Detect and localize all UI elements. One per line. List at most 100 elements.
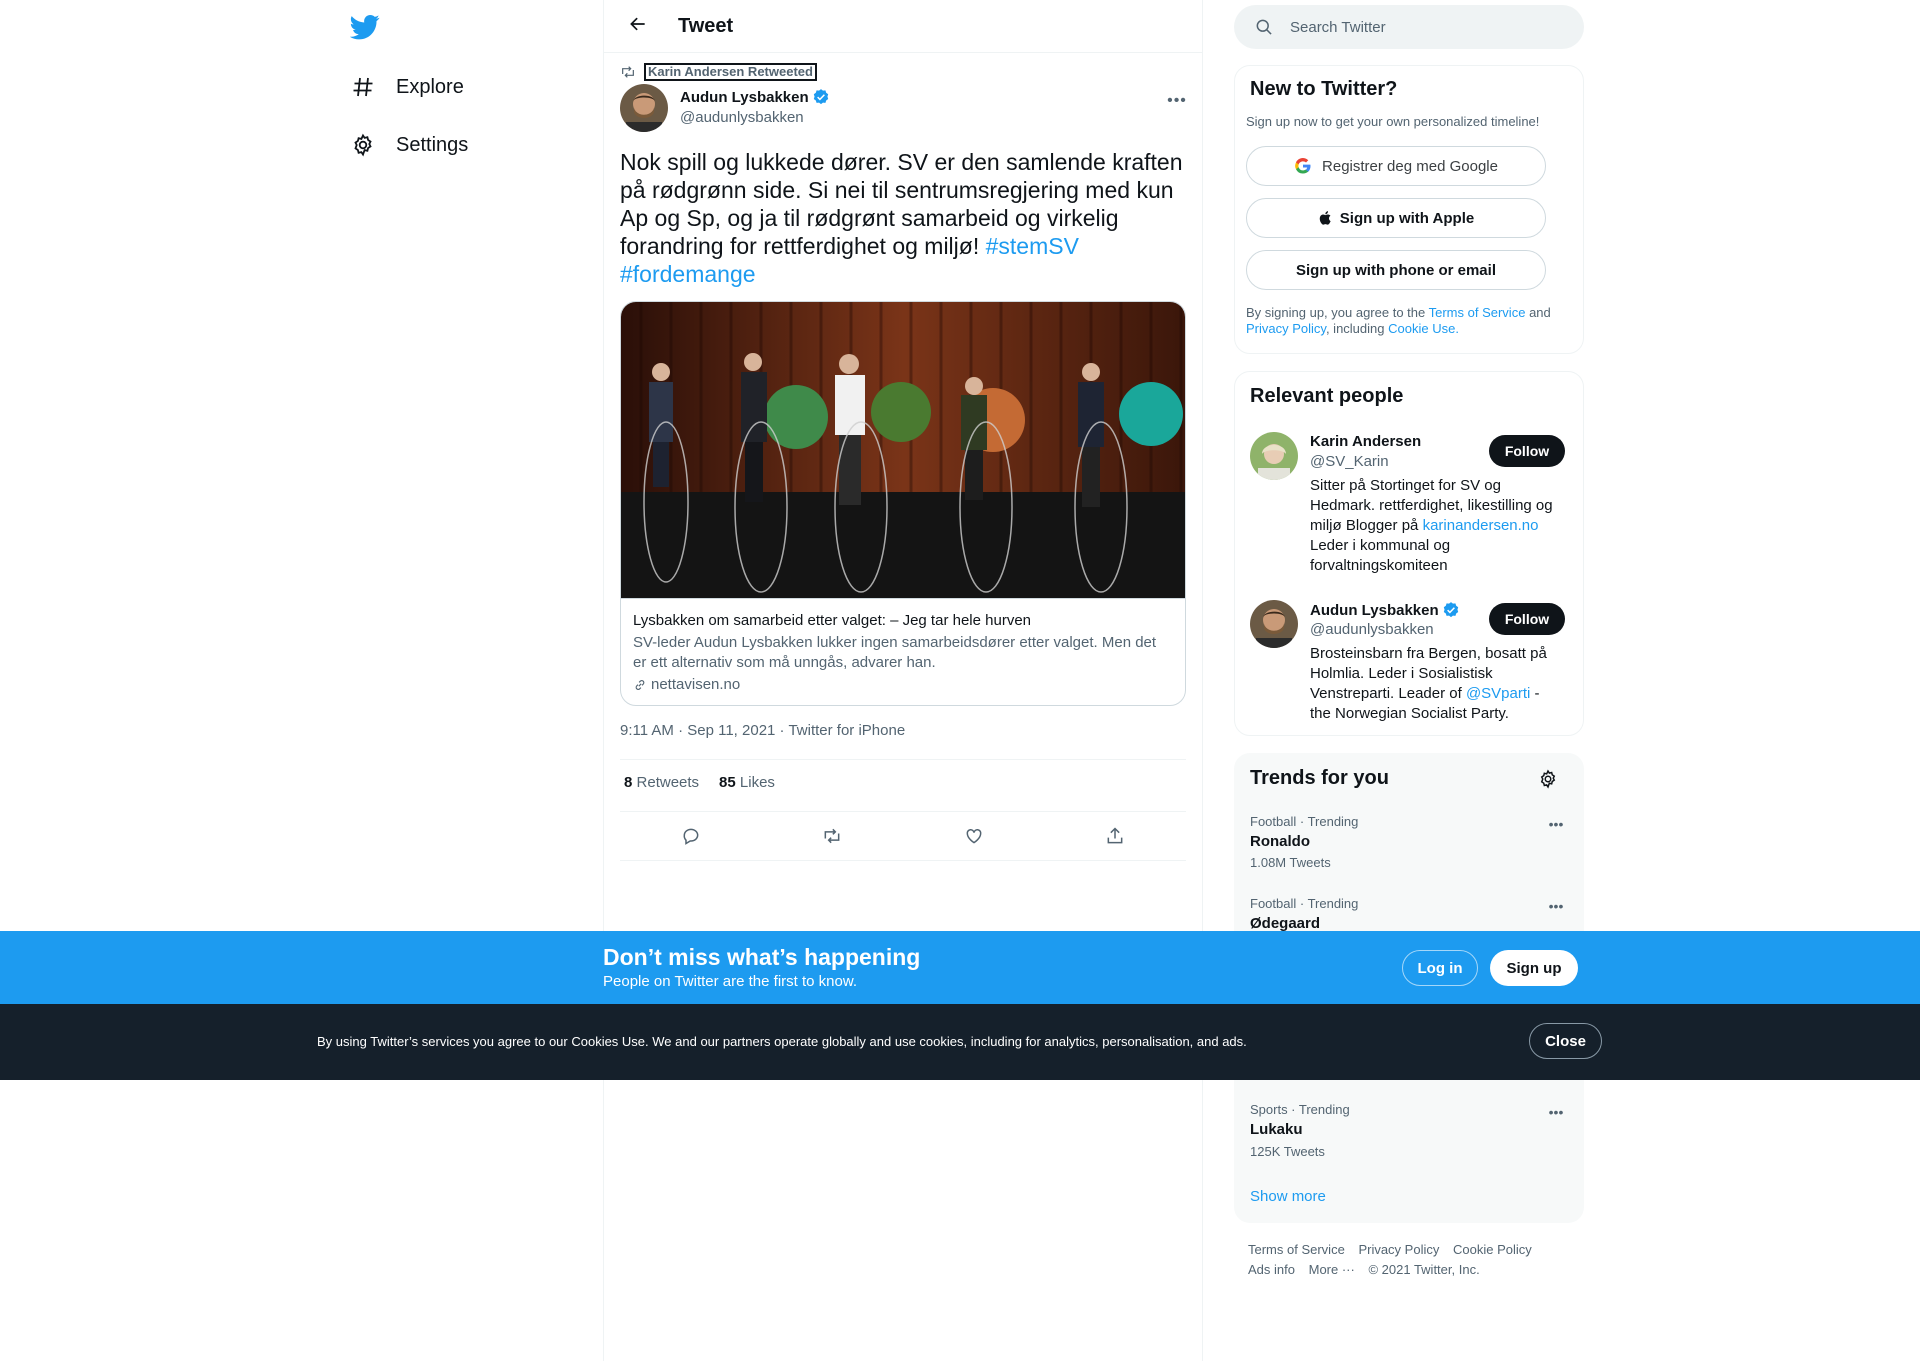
tweet-text: Nok spill og lukkede dører. SV er den sa… — [620, 148, 1190, 288]
verified-badge-icon — [812, 88, 830, 106]
hashtag-icon — [350, 74, 376, 100]
tweet-text-line-with-hashtag: forandring for rettferdighet og miljø! #… — [620, 232, 1190, 260]
card-domain: nettavisen.no — [651, 676, 741, 693]
author-handle[interactable]: @audunlysbakken — [680, 109, 804, 126]
retweeted-by-link[interactable]: Karin Andersen Retweeted — [644, 63, 817, 81]
person-name-row[interactable]: Audun Lysbakken — [1310, 601, 1460, 619]
trend-count: 125K Tweets — [1250, 1144, 1325, 1159]
signup-banner — [0, 931, 1920, 1004]
link-preview-card[interactable]: Lysbakken om samarbeid etter valget: – J… — [620, 301, 1186, 706]
trends-title: Trends for you — [1250, 767, 1389, 789]
follow-button[interactable]: Follow — [1489, 603, 1565, 635]
google-icon — [1294, 157, 1312, 175]
card-domain-row: nettavisen.no — [633, 675, 1173, 695]
tweet-text-line: Ap og Sp, og ja til rødgrønt samarbeid o… — [620, 205, 1119, 231]
phone-signup-label: Sign up with phone or email — [1295, 261, 1496, 279]
likes-label: Likes — [739, 774, 775, 791]
more-options-icon[interactable]: ••• — [1541, 814, 1571, 834]
signup-button[interactable]: Sign up — [1490, 950, 1578, 986]
person-avatar[interactable] — [1250, 432, 1298, 480]
hashtag-link[interactable]: #stemSV — [986, 233, 1079, 259]
retweets-label: Retweets — [636, 774, 700, 791]
privacy-link[interactable]: Privacy Policy — [1246, 321, 1326, 336]
person-bio: Brosteinsbarn fra Bergen, bosatt på Holm… — [1310, 644, 1560, 724]
divider — [620, 811, 1186, 812]
cookie-text: By using Twitter’s services you agree to… — [317, 1034, 1247, 1049]
person-handle[interactable]: @SV_Karin — [1310, 453, 1389, 470]
legal-text: By signing up, you agree to the — [1246, 305, 1426, 320]
search-input[interactable] — [1290, 18, 1550, 36]
retweet-button-icon[interactable] — [814, 818, 850, 854]
gear-icon — [350, 132, 376, 158]
person-avatar[interactable] — [1250, 600, 1298, 648]
google-signup-button[interactable]: Registrer deg med Google — [1246, 146, 1546, 186]
apple-signup-label: Sign up with Apple — [1339, 209, 1475, 227]
apple-icon — [1318, 210, 1334, 226]
trend-name[interactable]: Lukaku — [1250, 1121, 1303, 1138]
share-icon[interactable] — [1097, 818, 1133, 854]
column-divider — [603, 0, 604, 1361]
bio-link[interactable]: karinandersen.no — [1423, 517, 1539, 534]
trend-name[interactable]: Ronaldo — [1250, 833, 1310, 850]
login-button[interactable]: Log in — [1402, 950, 1478, 986]
like-icon[interactable] — [956, 818, 992, 854]
hashtag-link[interactable]: #fordemange — [620, 261, 756, 287]
show-more-link[interactable]: Show more — [1250, 1188, 1326, 1205]
arrow-left-icon — [628, 14, 648, 39]
tweet-text-line: Nok spill og lukkede dører. SV er den sa… — [620, 149, 1183, 175]
footer-more-link[interactable]: More ··· — [1309, 1262, 1355, 1277]
person-handle[interactable]: @audunlysbakken — [1310, 621, 1434, 638]
retweets-stat[interactable]: 8 Retweets — [624, 774, 699, 791]
bio-link[interactable]: @SVparti — [1466, 685, 1530, 702]
footer-cookie-link[interactable]: Cookie Policy — [1453, 1242, 1532, 1257]
terms-link[interactable]: Terms of Service — [1429, 305, 1526, 320]
signup-legal-text: By signing up, you agree to the Terms of… — [1246, 305, 1576, 337]
likes-count: 85 — [719, 774, 736, 791]
more-options-icon[interactable]: ••• — [1541, 1102, 1571, 1122]
footer-ads-link[interactable]: Ads info — [1248, 1262, 1295, 1277]
person-name[interactable]: Audun Lysbakken — [1310, 602, 1439, 619]
nav-explore[interactable]: Explore — [350, 72, 464, 102]
close-button[interactable]: Close — [1529, 1023, 1602, 1059]
more-options-icon[interactable]: ••• — [1541, 896, 1571, 916]
author-avatar[interactable] — [620, 84, 668, 132]
twitter-logo-icon[interactable] — [349, 12, 380, 42]
cookie-use-link[interactable]: Cookie Use. — [1388, 321, 1459, 336]
footer-privacy-link[interactable]: Privacy Policy — [1358, 1242, 1439, 1257]
tweet-actions — [620, 818, 1186, 854]
search-box[interactable] — [1234, 5, 1584, 49]
apple-signup-button[interactable]: Sign up with Apple — [1246, 198, 1546, 238]
link-icon — [633, 678, 647, 692]
likes-stat[interactable]: 85 Likes — [719, 774, 775, 791]
tweet-timestamp[interactable]: 9:11 AM · Sep 11, 2021 · Twitter for iPh… — [620, 722, 905, 739]
banner-subtitle: People on Twitter are the first to know. — [603, 973, 858, 990]
gear-icon[interactable] — [1536, 767, 1560, 791]
new-to-twitter-subtitle: Sign up now to get your own personalized… — [1246, 114, 1540, 129]
author-name-row[interactable]: Audun Lysbakken — [680, 88, 830, 106]
trend-count: 1.08M Tweets — [1250, 855, 1331, 870]
footer-links: Terms of Service Privacy Policy Cookie P… — [1248, 1240, 1578, 1280]
verified-badge-icon — [1442, 601, 1460, 619]
trend-category: Football · Trending — [1250, 814, 1359, 829]
divider — [620, 860, 1186, 861]
footer-terms-link[interactable]: Terms of Service — [1248, 1242, 1345, 1257]
back-button[interactable] — [620, 8, 656, 44]
legal-text: and — [1529, 305, 1551, 320]
tweet-text-line: på rødgrønn side. Si nei til sentrumsreg… — [620, 177, 1174, 203]
person-name[interactable]: Karin Andersen — [1310, 433, 1421, 450]
trend-category: Sports · Trending — [1250, 1102, 1350, 1117]
banner-title: Don’t miss what’s happening — [603, 944, 921, 970]
follow-button[interactable]: Follow — [1489, 435, 1565, 467]
card-body: Lysbakken om samarbeid etter valget: – J… — [621, 598, 1185, 705]
trend-name[interactable]: Ødegaard — [1250, 915, 1320, 932]
nav-settings[interactable]: Settings — [350, 130, 468, 160]
phone-email-signup-button[interactable]: Sign up with phone or email — [1246, 250, 1546, 290]
search-icon — [1254, 17, 1274, 37]
retweet-context: Karin Andersen Retweeted — [620, 63, 817, 81]
author-name[interactable]: Audun Lysbakken — [680, 89, 809, 106]
page-title: Tweet — [678, 14, 734, 37]
more-options-icon[interactable]: ••• — [1160, 84, 1194, 118]
reply-icon[interactable] — [673, 818, 709, 854]
card-title: Lysbakken om samarbeid etter valget: – J… — [633, 612, 1031, 629]
trend-category: Football · Trending — [1250, 896, 1359, 911]
